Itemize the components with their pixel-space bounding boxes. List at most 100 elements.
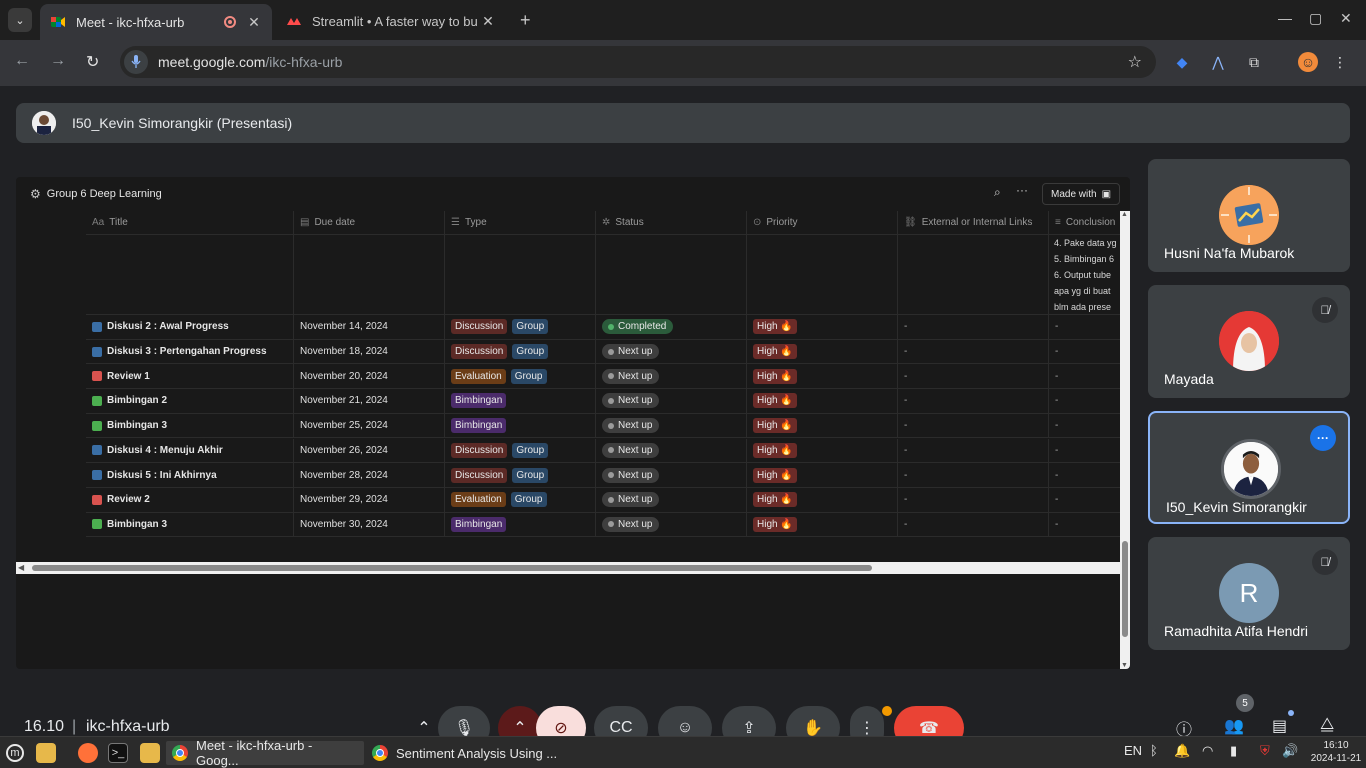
tab-streamlit[interactable]: Streamlit • A faster way to bu ✕ <box>276 6 506 36</box>
bell-icon[interactable]: 🔔 <box>1174 743 1190 759</box>
address-bar[interactable]: meet.google.com/ikc-hfxa-urb ☆ <box>120 46 1156 78</box>
scroll-up-icon[interactable]: ▲ <box>1121 211 1128 218</box>
priority-cell: High 🔥 <box>747 463 898 487</box>
status-badge: Next up <box>602 516 660 532</box>
table-row[interactable]: Bimbingan 3 November 30, 2024 Bimbingan Nex… <box>86 512 1120 538</box>
terminal-icon[interactable]: >_ <box>108 741 128 765</box>
close-icon[interactable]: ✕ <box>246 14 262 31</box>
vertical-scrollbar[interactable]: ▲ ▼ <box>1120 211 1130 669</box>
status-badge: Next up <box>602 492 660 508</box>
extensions-puzzle-icon[interactable]: ⧉ <box>1244 52 1264 72</box>
reload-icon[interactable]: ↻ <box>86 52 99 72</box>
row-title[interactable]: Bimbingan 2 <box>107 395 167 406</box>
participant-tile[interactable]: ··· I50_Kevin Simorangkir <box>1148 411 1350 524</box>
priority-tag: High 🔥 <box>753 368 797 384</box>
row-title[interactable]: Diskusi 5 : Ini Akhirnya <box>107 470 217 481</box>
table-row[interactable]: Diskusi 3 : Pertengahan Progress November… <box>86 339 1120 365</box>
row-title[interactable]: Diskusi 4 : Menuju Akhir <box>107 445 223 456</box>
conclusion-value: - <box>1055 395 1059 407</box>
links-cell: - <box>898 389 1049 413</box>
window-close-icon[interactable]: ✕ <box>1340 10 1352 27</box>
participant-tile[interactable]: 🎙̸ Mayada <box>1148 285 1350 398</box>
scroll-thumb[interactable] <box>32 565 872 571</box>
conclusion-cell: - <box>1049 488 1120 512</box>
scroll-left-icon[interactable]: ◀ <box>18 563 24 572</box>
link-icon: ⛓ <box>904 217 917 228</box>
row-title[interactable]: Bimbingan 3 <box>107 420 167 431</box>
mic-site-icon[interactable] <box>124 50 148 74</box>
battery-icon[interactable]: ▮ <box>1230 743 1237 759</box>
back-icon[interactable]: ← <box>14 52 30 70</box>
horizontal-scrollbar[interactable]: ◀ <box>16 562 1120 574</box>
conclusion-cell: - <box>1049 414 1120 438</box>
column-header[interactable]: ⊙ Priority <box>747 211 898 234</box>
more-options-icon[interactable]: ··· <box>1310 425 1336 451</box>
column-header[interactable]: ⛓ External or Internal Links <box>898 211 1049 234</box>
status-badge: Next up <box>602 344 660 360</box>
profile-avatar[interactable]: ☺ <box>1298 52 1318 72</box>
table-row[interactable]: Diskusi 4 : Menuju Akhir November 26, 202… <box>86 438 1120 464</box>
folder-icon[interactable] <box>140 741 160 765</box>
bluetooth-icon[interactable]: ᛒ <box>1150 743 1158 758</box>
row-title[interactable]: Review 2 <box>107 494 150 505</box>
links-cell: - <box>898 339 1049 364</box>
minimize-icon[interactable]: — <box>1278 10 1292 26</box>
bookmark-star-icon[interactable]: ☆ <box>1128 52 1142 72</box>
conclusion-value: - <box>1055 370 1059 382</box>
column-header[interactable]: Aa Title <box>86 211 294 234</box>
table-row[interactable]: Diskusi 2 : Awal Progress November 14, 20… <box>86 315 1120 340</box>
page-icon <box>92 395 102 406</box>
participant-count-badge: 5 <box>1236 694 1254 712</box>
tab-meet[interactable]: Meet - ikc-hfxa-urb ✕ <box>40 4 272 40</box>
row-title[interactable]: Review 1 <box>107 371 150 382</box>
row-title[interactable]: Bimbingan 3 <box>107 519 167 530</box>
start-menu-icon[interactable]: m <box>6 741 24 765</box>
scroll-thumb[interactable] <box>1122 541 1128 637</box>
tab-search-button[interactable]: ⌄ <box>8 8 32 32</box>
people-icon[interactable]: 👥 <box>1224 716 1244 736</box>
column-header[interactable]: ≡ Conclusion <box>1049 211 1120 234</box>
maximize-icon[interactable]: ▢ <box>1309 10 1322 27</box>
extension-icon[interactable]: ⋀ <box>1208 52 1228 72</box>
system-clock[interactable]: 16:10 2024-11-21 <box>1308 739 1364 765</box>
more-icon[interactable]: ··· <box>1016 183 1028 197</box>
firefox-icon[interactable] <box>78 741 98 765</box>
new-tab-button[interactable]: + <box>520 10 531 31</box>
text-lines-icon: ≡ <box>1055 217 1061 228</box>
participant-tile[interactable]: 🎙̸ R Ramadhita Atifa Hendri <box>1148 537 1350 650</box>
wifi-icon[interactable]: ◠ <box>1202 743 1213 759</box>
conclusion-cell: - <box>1049 439 1120 463</box>
participant-tile[interactable]: Husni Na'fa Mubarok <box>1148 159 1350 272</box>
scroll-down-icon[interactable]: ▼ <box>1121 662 1128 669</box>
table-row[interactable]: Review 2 November 29, 2024 Evaluation Group… <box>86 487 1120 513</box>
chat-icon[interactable]: ▤ <box>1272 716 1287 736</box>
type-cell: Evaluation Group <box>445 487 596 512</box>
table-row[interactable]: Bimbingan 3 November 25, 2024 Bimbingan Nex… <box>86 413 1120 439</box>
files-icon[interactable] <box>36 741 56 765</box>
column-header[interactable]: ▤ Due date <box>294 211 445 234</box>
activities-icon[interactable]: ⧋ <box>1320 716 1334 734</box>
forward-icon[interactable]: → <box>50 52 66 70</box>
table-row[interactable]: Review 1 November 20, 2024 Evaluation Group… <box>86 364 1120 390</box>
made-with-button[interactable]: Made with ▣ <box>1042 183 1121 205</box>
browser-menu-icon[interactable]: ⋮ <box>1330 52 1350 72</box>
table-row[interactable]: Diskusi 5 : Ini Akhirnya November 28, 202… <box>86 463 1120 488</box>
close-icon[interactable]: ✕ <box>480 13 496 30</box>
table-row[interactable]: Bimbingan 2 November 21, 2024 Bimbingan Nex… <box>86 389 1120 414</box>
keyboard-layout[interactable]: EN <box>1124 743 1142 758</box>
volume-icon[interactable]: 🔊 <box>1282 743 1298 759</box>
status-dot <box>608 422 614 429</box>
row-title[interactable]: Diskusi 3 : Pertengahan Progress <box>107 346 267 357</box>
extension-icon[interactable]: ◆ <box>1172 52 1192 72</box>
priority-cell: High 🔥 <box>747 339 898 364</box>
status-dot <box>608 373 614 380</box>
table-row[interactable]: 4. Pake data yg 5. Bimbingan 6 6. Output… <box>86 235 1120 315</box>
chrome-icon <box>172 745 188 761</box>
taskbar-window-meet[interactable]: Meet - ikc-hfxa-urb - Goog... <box>166 738 364 768</box>
column-header[interactable]: ✲ Status <box>596 211 747 234</box>
shield-icon[interactable]: ⛨ <box>1260 743 1270 759</box>
column-header[interactable]: ☰ Type <box>445 211 596 234</box>
taskbar-window-sentiment[interactable]: Sentiment Analysis Using ... <box>372 741 568 765</box>
row-title[interactable]: Diskusi 2 : Awal Progress <box>107 321 229 332</box>
search-icon[interactable]: ⌕ <box>994 185 1001 200</box>
